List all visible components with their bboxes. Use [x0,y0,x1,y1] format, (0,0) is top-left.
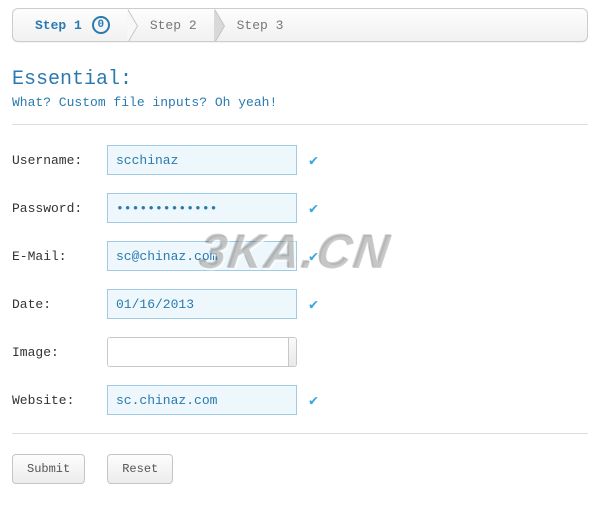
check-icon: ✔ [309,391,318,410]
password-input[interactable] [107,193,297,223]
row-date: Date: ✔ [12,289,588,319]
section-heading: Essential: [12,68,588,91]
row-website: Website: ✔ [12,385,588,415]
reset-button[interactable]: Reset [107,454,173,484]
label-username: Username: [12,153,107,168]
row-email: E-Mail: ✔ [12,241,588,271]
row-password: Password: ✔ [12,193,588,223]
step-3[interactable]: Step 3 [215,9,302,41]
divider-top [12,124,588,125]
submit-button[interactable]: Submit [12,454,85,484]
form-actions: Submit Reset [12,454,588,484]
row-username: Username: ✔ [12,145,588,175]
step-2[interactable]: Step 2 [128,9,215,41]
check-icon: ✔ [309,295,318,314]
step-1-label: Step 1 [35,18,82,33]
label-website: Website: [12,393,107,408]
step-3-label: Step 3 [237,18,284,33]
label-image: Image: [12,345,107,360]
row-image: Image: Open [12,337,588,367]
label-date: Date: [12,297,107,312]
divider-bottom [12,433,588,434]
email-input[interactable] [107,241,297,271]
open-button[interactable]: Open [288,338,297,366]
check-icon: ✔ [309,199,318,218]
username-input[interactable] [107,145,297,175]
step-1-badge: 0 [92,16,110,34]
label-email: E-Mail: [12,249,107,264]
section-subtitle: What? Custom file inputs? Oh yeah! [12,95,588,110]
website-input[interactable] [107,385,297,415]
step-wizard: Step 1 0 Step 2 Step 3 [12,8,588,42]
check-icon: ✔ [309,247,318,266]
step-2-label: Step 2 [150,18,197,33]
step-1[interactable]: Step 1 0 [13,9,128,41]
image-input[interactable] [108,338,288,366]
date-input[interactable] [107,289,297,319]
label-password: Password: [12,201,107,216]
file-picker: Open [107,337,297,367]
check-icon: ✔ [309,151,318,170]
